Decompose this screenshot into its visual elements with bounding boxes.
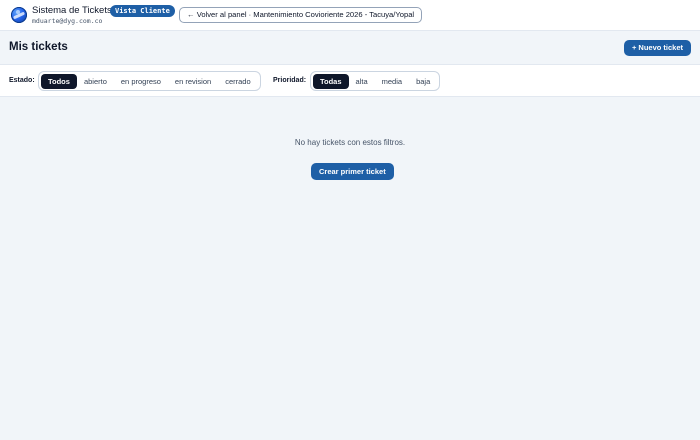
status-filter-option[interactable]: en progreso [114,74,168,89]
status-filter-option[interactable]: abierto [77,74,114,89]
priority-filter-option[interactable]: baja [409,74,437,89]
back-to-panel-button[interactable]: ← Volver al panel · Mantenimiento Covior… [179,7,423,23]
priority-filter-label: Prioridad: [273,77,307,84]
status-filter-option[interactable]: Todos [41,73,77,89]
app-title: Sistema de Tickets [32,5,112,16]
status-filter-option[interactable]: cerrado [218,74,257,89]
priority-filter-option[interactable]: alta [349,74,375,89]
priority-filter-group: Todas alta media baja [310,71,441,91]
filters-bar: Estado: Todos abierto en progreso en rev… [0,65,700,97]
page-title-bar: Mis tickets + Nuevo ticket [0,31,700,65]
status-filter-group: Todos abierto en progreso en revision ce… [38,71,261,91]
role-badge: Vista Cliente [110,5,175,17]
create-first-ticket-button[interactable]: Crear primer ticket [311,163,394,180]
priority-filter-option[interactable]: media [375,74,409,89]
user-email: mduarte@dyg.com.co [32,17,103,25]
status-filter-option[interactable]: en revision [168,74,218,89]
new-ticket-button[interactable]: + Nuevo ticket [623,40,691,56]
status-filter-label: Estado: [9,77,35,84]
globe-logo-icon [11,7,27,23]
empty-state-message: No hay tickets con estos filtros. [294,138,406,147]
top-header: Sistema de Tickets Vista Cliente mduarte… [0,0,700,31]
page-title: Mis tickets [9,41,68,53]
priority-filter-option[interactable]: Todas [313,73,349,89]
